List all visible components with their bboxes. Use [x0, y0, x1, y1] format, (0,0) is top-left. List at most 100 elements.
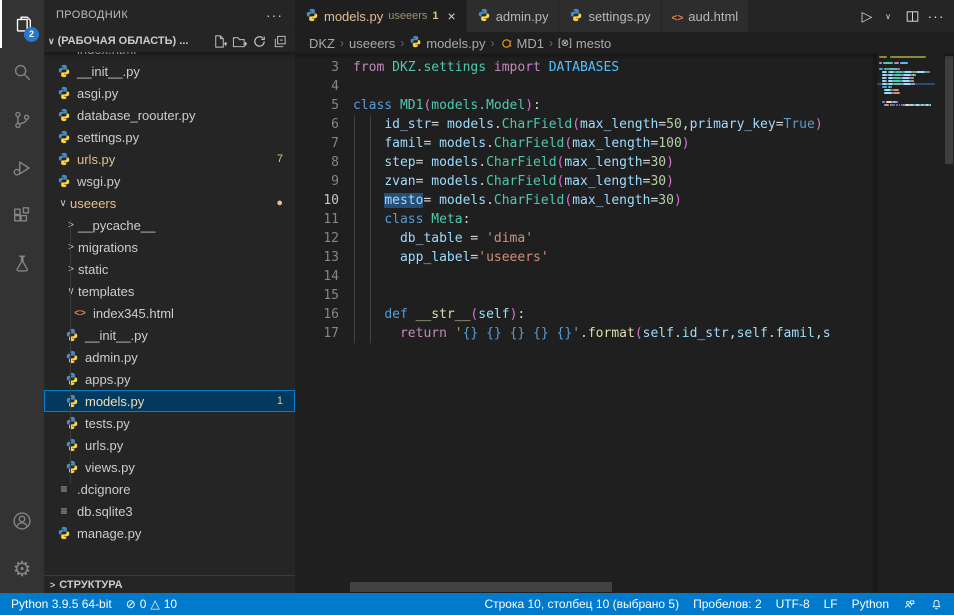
explorer-icon[interactable]: 2 [0, 0, 44, 48]
breadcrumb-item-dkz[interactable]: DKZ [309, 36, 335, 51]
tree-item-models-py[interactable]: models.py1 [44, 390, 295, 412]
code-line-17[interactable]: 17 return '{} {} {} {} {}'.format(self.i… [295, 324, 954, 343]
code-line-14[interactable]: 14 [295, 267, 954, 286]
problems-status[interactable]: ⊘0△10 [119, 593, 184, 615]
tree-item-apps-py[interactable]: apps.py [44, 368, 295, 390]
status-строка[interactable]: Строка 10, столбец 10 (выбрано 5) [477, 593, 686, 615]
html-icon: <> [72, 308, 88, 319]
status-label: Строка 10, столбец 10 (выбрано 5) [484, 597, 679, 611]
tree-item-useeers[interactable]: ∨useeers● [44, 192, 295, 214]
refresh-icon[interactable] [249, 32, 269, 50]
tree-item-static[interactable]: >static [44, 258, 295, 280]
minimap[interactable] [877, 54, 944, 593]
settings-gear-icon[interactable]: ⚙ [0, 545, 44, 593]
code-line-8[interactable]: 8 step= models.CharField(max_length=30) [295, 153, 954, 172]
extensions-icon[interactable] [0, 192, 44, 240]
tree-item-index-html[interactable]: <>index.html [44, 52, 295, 60]
tree-item-manage-py[interactable]: manage.py [44, 522, 295, 544]
breadcrumb-separator-icon: › [491, 36, 495, 50]
minimap-line [930, 104, 931, 106]
line-content: step= models.CharField(max_length=30) [353, 153, 674, 172]
bell-icon[interactable] [923, 593, 950, 615]
vscode-window: 2 ⚙ ПРОВОДНИК ··· ∨ (РАБОЧАЯ ОБЛАСТЬ) ...… [0, 0, 954, 615]
status-utf-8[interactable]: UTF-8 [769, 593, 817, 615]
code-line-15[interactable]: 15 [295, 286, 954, 305]
code-line-16[interactable]: 16 def __str__(self): [295, 305, 954, 324]
tree-item-wsgi-py[interactable]: wsgi.py [44, 170, 295, 192]
breadcrumb-item-models-py[interactable]: models.py [409, 35, 485, 51]
tree-item--pycache-[interactable]: >__pycache__ [44, 214, 295, 236]
breadcrumb-item-mesto[interactable]: [⊗]mesto [558, 36, 611, 51]
tree-item-admin-py[interactable]: admin.py [44, 346, 295, 368]
status-lf[interactable]: LF [817, 593, 845, 615]
horizontal-scrollbar[interactable] [350, 582, 612, 592]
tree-item-urls-py[interactable]: urls.py7 [44, 148, 295, 170]
run-dropdown-icon[interactable]: ∨ [878, 4, 898, 28]
tree-item-index345-html[interactable]: <> index345.html [44, 302, 295, 324]
collapse-all-icon[interactable] [269, 32, 289, 50]
source-control-icon[interactable] [0, 96, 44, 144]
close-icon[interactable]: × [448, 8, 456, 24]
code-line-7[interactable]: 7 famil= models.CharField(max_length=100… [295, 134, 954, 153]
line-number: 9 [295, 172, 339, 191]
tree-item--init-py[interactable]: __init__.py [44, 60, 295, 82]
tab-aud-html[interactable]: <>aud.html [662, 0, 750, 32]
testing-icon[interactable] [0, 240, 44, 288]
python-icon [56, 86, 72, 100]
tree-item-migrations[interactable]: >migrations [44, 236, 295, 258]
tree-item--dcignore[interactable]: ≡.dcignore [44, 478, 295, 500]
code-line-6[interactable]: 6 id_str= models.CharField(max_length=50… [295, 115, 954, 134]
breadcrumb-item-md1[interactable]: MD1 [500, 36, 544, 51]
tree-item-label: views.py [85, 460, 135, 475]
account-icon[interactable] [0, 497, 44, 545]
tree-item-db-sqlite3[interactable]: ≡db.sqlite3 [44, 500, 295, 522]
search-icon[interactable] [0, 48, 44, 96]
status-label: Python [852, 597, 889, 611]
tree-item-urls-py[interactable]: urls.py [44, 434, 295, 456]
code-line-3[interactable]: 3from DKZ.settings import DATABASES [295, 58, 954, 77]
tree-item-tests-py[interactable]: tests.py [44, 412, 295, 434]
new-file-icon[interactable] [209, 32, 229, 50]
code-line-5[interactable]: 5class MD1(models.Model): [295, 96, 954, 115]
tree-item-views-py[interactable]: views.py [44, 456, 295, 478]
tree-item-label: index345.html [93, 306, 174, 321]
line-content: from DKZ.settings import DATABASES [353, 58, 619, 77]
tree-item--init-py[interactable]: __init__.py [44, 324, 295, 346]
run-button[interactable]: ▷ [857, 4, 877, 28]
new-folder-icon[interactable] [229, 32, 249, 50]
minimap-line [900, 62, 908, 64]
feedback-icon[interactable] [896, 593, 923, 615]
line-content: class MD1(models.Model): [353, 96, 541, 115]
run-debug-icon[interactable] [0, 144, 44, 192]
tab-models-py[interactable]: models.pyuseeers1× [295, 0, 467, 32]
breadcrumb-item-useeers[interactable]: useeers [349, 36, 395, 51]
outline-section-header[interactable]: > СТРУКТУРА [44, 575, 295, 593]
more-actions-icon[interactable]: ··· [926, 4, 946, 28]
breadcrumb-label: mesto [576, 36, 611, 51]
explorer-more-actions-icon[interactable]: ··· [266, 7, 283, 23]
code-line-11[interactable]: 11 class Meta: [295, 210, 954, 229]
status-python[interactable]: Python [845, 593, 896, 615]
python-interpreter-status[interactable]: Python 3.9.5 64-bit [4, 593, 119, 615]
code-editor[interactable]: 3from DKZ.settings import DATABASES45cla… [295, 54, 954, 593]
tree-item-asgi-py[interactable]: asgi.py [44, 82, 295, 104]
tree-item-templates[interactable]: ∨templates [44, 280, 295, 302]
split-editor-icon[interactable] [902, 4, 922, 28]
tree-item-database-roouter-py[interactable]: database_roouter.py [44, 104, 295, 126]
explorer-sidebar: ПРОВОДНИК ··· ∨ (РАБОЧАЯ ОБЛАСТЬ) ... <>… [44, 0, 295, 593]
code-line-9[interactable]: 9 zvan= models.CharField(max_length=30) [295, 172, 954, 191]
tree-item-label: migrations [78, 240, 138, 255]
status-пробелов-[interactable]: Пробелов: 2 [686, 593, 769, 615]
code-line-4[interactable]: 4 [295, 77, 954, 96]
code-line-13[interactable]: 13 app_label='useeers' [295, 248, 954, 267]
tab-admin-py[interactable]: admin.py [467, 0, 560, 32]
code-line-12[interactable]: 12 db_table = 'dima' [295, 229, 954, 248]
code-line-10[interactable]: 10 mesto= models.CharField(max_length=30… [295, 191, 954, 210]
vertical-scrollbar[interactable] [944, 54, 954, 593]
tab-settings-py[interactable]: settings.py [559, 0, 661, 32]
minimap-line [929, 71, 930, 73]
status-label: UTF-8 [776, 597, 810, 611]
tree-item-settings-py[interactable]: settings.py [44, 126, 295, 148]
scrollbar-thumb[interactable] [945, 56, 953, 164]
workspace-section-header[interactable]: ∨ (РАБОЧАЯ ОБЛАСТЬ) ... [44, 30, 295, 52]
